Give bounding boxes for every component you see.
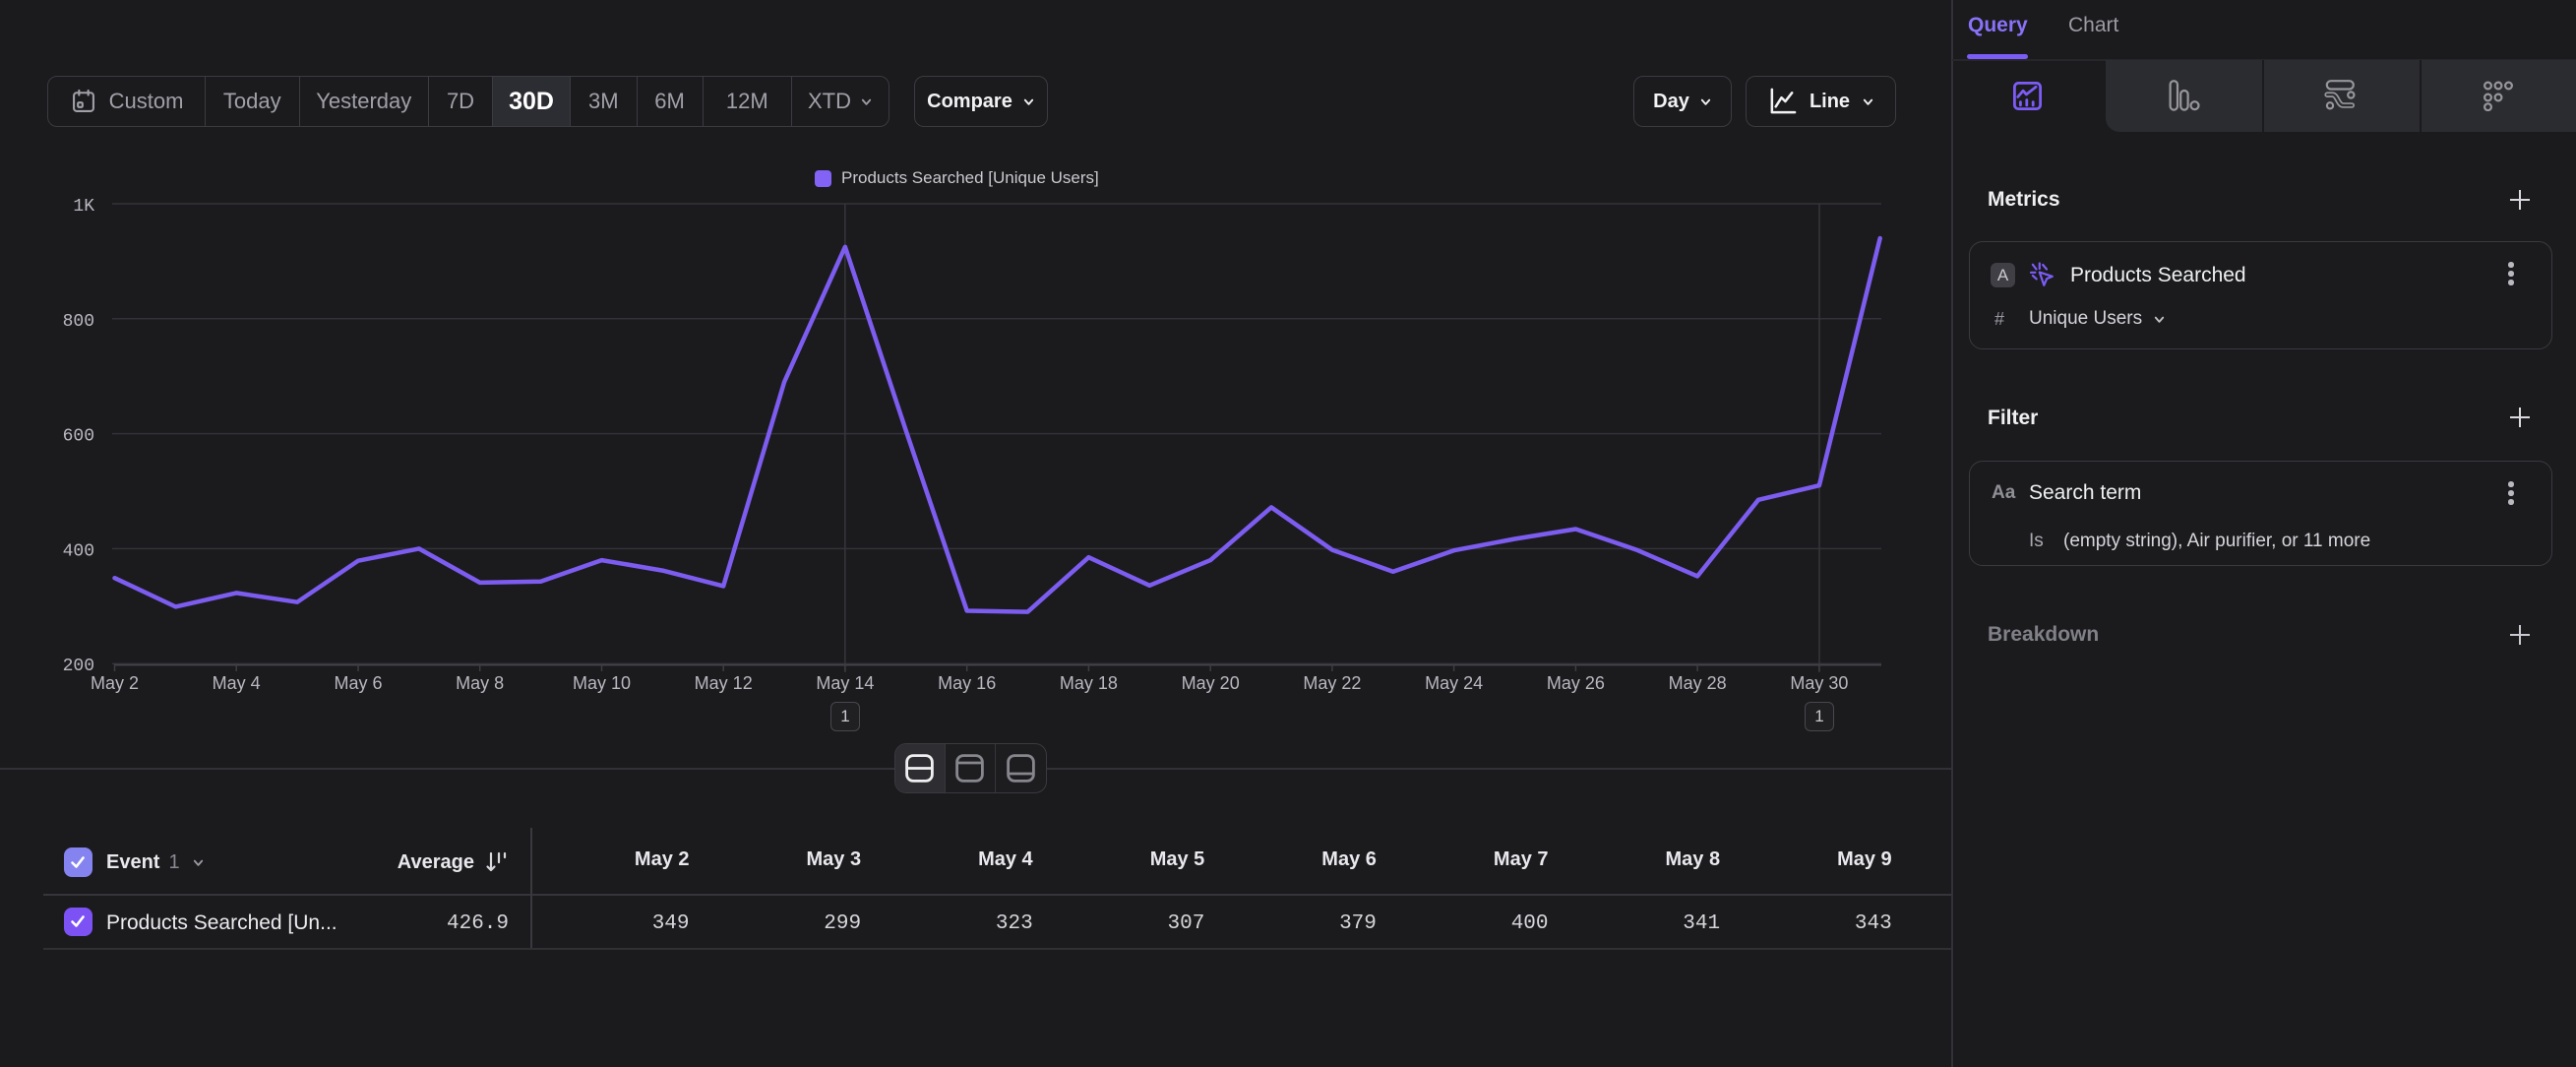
svg-text:May 28: May 28: [1669, 673, 1727, 693]
svg-text:800: 800: [63, 312, 94, 332]
svg-text:May 12: May 12: [695, 673, 753, 693]
svg-text:400: 400: [63, 541, 94, 561]
svg-text:May 26: May 26: [1547, 673, 1605, 693]
svg-text:May 18: May 18: [1060, 673, 1118, 693]
svg-text:600: 600: [63, 427, 94, 447]
svg-text:May 10: May 10: [573, 673, 631, 693]
svg-text:1K: 1K: [73, 197, 94, 217]
svg-text:May 20: May 20: [1182, 673, 1240, 693]
svg-text:May 22: May 22: [1303, 673, 1361, 693]
svg-text:May 8: May 8: [456, 673, 504, 693]
svg-text:May 24: May 24: [1425, 673, 1483, 693]
svg-text:May 16: May 16: [938, 673, 996, 693]
svg-text:May 30: May 30: [1790, 673, 1848, 693]
svg-text:May 14: May 14: [816, 673, 874, 693]
svg-text:May 4: May 4: [213, 673, 261, 693]
svg-text:May 6: May 6: [334, 673, 382, 693]
svg-text:May 2: May 2: [91, 673, 139, 693]
